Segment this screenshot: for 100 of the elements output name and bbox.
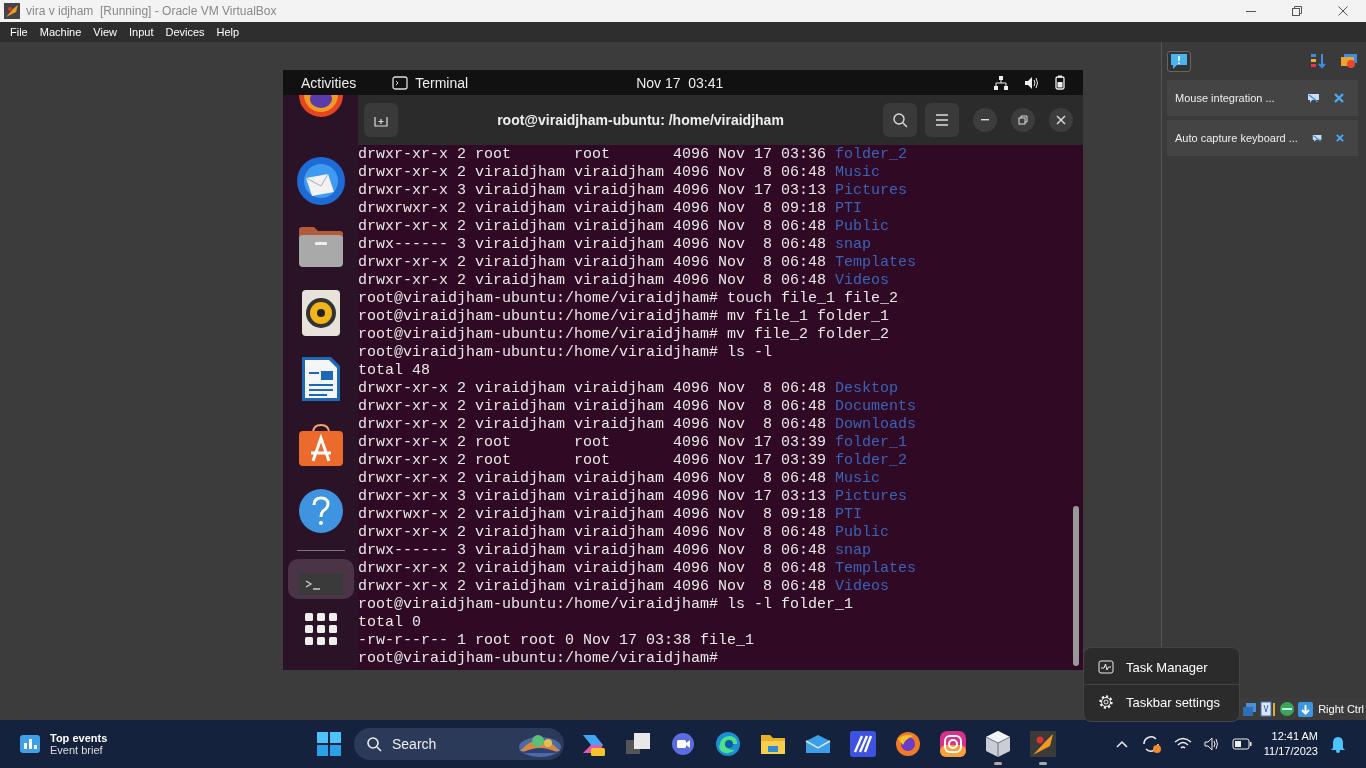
virtualbox-icon bbox=[4, 3, 20, 19]
edge-icon bbox=[715, 731, 741, 757]
keyboard-capture-icon bbox=[1298, 701, 1314, 717]
widget-subtitle: Event brief bbox=[50, 744, 104, 756]
clock[interactable]: 12:41 AM 11/17/2023 bbox=[1263, 729, 1318, 759]
messages-icon[interactable] bbox=[1340, 53, 1358, 69]
terminal-line: drwxr-xr-x 2 viraidjham viraidjham 4096 Nov 8 06:48 Music bbox=[358, 470, 882, 488]
search-button[interactable] bbox=[883, 103, 917, 137]
app-icon bbox=[850, 731, 876, 757]
app-grid-icon bbox=[304, 613, 337, 645]
notification-button[interactable] bbox=[1167, 50, 1191, 72]
menu-item[interactable]: Taskbar settings bbox=[1084, 685, 1239, 719]
camera-icon bbox=[940, 731, 966, 757]
menu-item[interactable]: File bbox=[4, 26, 34, 38]
volume-icon[interactable] bbox=[1024, 75, 1039, 90]
folder-icon bbox=[760, 733, 786, 755]
app-menu[interactable]: Terminal bbox=[415, 74, 469, 91]
menu-icon bbox=[935, 114, 949, 126]
terminal-line: drwxr-xr-x 2 viraidjham viraidjham 4096 Nov 8 06:48 Downloads bbox=[358, 416, 918, 434]
terminal-line: drwx------ 3 viraidjham viraidjham 4096 Nov 8 06:48 snap bbox=[358, 542, 873, 560]
settings-icon bbox=[1098, 694, 1114, 710]
terminal-line: drwxr-xr-x 3 viraidjham viraidjham 4096 Nov 17 03:13 Pictures bbox=[358, 488, 909, 506]
virtualbox-icon bbox=[1030, 731, 1056, 757]
search-icon bbox=[366, 736, 382, 752]
help-icon bbox=[297, 488, 344, 534]
terminal-line: root@viraidjham-ubuntu:/home/viraidjham# mv file_1 folder_1 bbox=[358, 308, 891, 326]
cube-icon bbox=[985, 730, 1011, 758]
firefox-icon bbox=[297, 95, 344, 119]
scrollbar-thumb[interactable] bbox=[1073, 506, 1079, 666]
minimize-icon[interactable] bbox=[1246, 10, 1256, 12]
terminal-line: total 0 bbox=[358, 614, 422, 632]
activities-button[interactable]: Activities bbox=[301, 74, 357, 91]
restore-icon[interactable] bbox=[1292, 6, 1302, 16]
menu-button[interactable] bbox=[925, 103, 959, 137]
window-title: vira v idjham [Running] - Oracle VM VirtualBox bbox=[26, 4, 277, 18]
terminal-line: drwxr-xr-x 2 root root 4096 Nov 17 03:39 folder_1 bbox=[358, 434, 909, 452]
chevron-up-icon[interactable] bbox=[1115, 740, 1128, 748]
search-icon bbox=[892, 112, 908, 128]
terminal-line: root@viraidjham-ubuntu:/home/viraidjham# ls -l bbox=[358, 344, 774, 362]
cpu-activity-icon bbox=[1279, 701, 1296, 717]
wifi-icon[interactable] bbox=[1173, 737, 1192, 751]
restore-button[interactable] bbox=[1011, 108, 1035, 132]
sort-icon[interactable] bbox=[1310, 53, 1328, 69]
mail-icon bbox=[805, 734, 831, 754]
terminal-line: root@viraidjham-ubuntu:/home/viraidjham# touch file_1 file_2 bbox=[358, 290, 900, 308]
terminal-title: root@viraidjham-ubuntu: /home/viraidjham bbox=[496, 112, 785, 128]
speech-bubble-icon bbox=[1170, 52, 1188, 70]
minimize-button[interactable] bbox=[973, 108, 997, 132]
terminal-line: drwxr-xr-x 2 viraidjham viraidjham 4096 Nov 8 06:48 Music bbox=[358, 164, 882, 182]
close-button[interactable] bbox=[1049, 108, 1073, 132]
menu-item[interactable]: Input bbox=[122, 26, 160, 38]
terminal-line: drwxr-xr-x 3 viraidjham viraidjham 4096 Nov 17 03:13 Pictures bbox=[358, 182, 909, 200]
close-icon[interactable] bbox=[1338, 6, 1348, 16]
terminal-line: drwxr-xr-x 2 viraidjham viraidjham 4096 Nov 8 06:48 Desktop bbox=[358, 380, 900, 398]
terminal-line: -rw-r--r-- 1 root root 0 Nov 17 03:38 file_1 bbox=[358, 632, 756, 650]
close-icon[interactable] bbox=[1334, 93, 1344, 103]
terminal-line: drwxrwxr-x 2 viraidjham viraidjham 4096 Nov 8 09:18 PTI bbox=[358, 200, 864, 218]
bell-icon[interactable] bbox=[1330, 735, 1346, 753]
close-icon bbox=[1056, 115, 1066, 125]
terminal-line: root@viraidjham-ubuntu:/home/viraidjham# mv file_2 folder_2 bbox=[358, 326, 891, 344]
battery-icon[interactable] bbox=[1231, 738, 1252, 750]
widgets-button[interactable]: Top events Event brief bbox=[20, 732, 290, 756]
terminal-line: drwxr-xr-x 2 viraidjham viraidjham 4096 Nov 8 06:48 Templates bbox=[358, 254, 918, 272]
terminal-line: drwxr-xr-x 2 viraidjham viraidjham 4096 Nov 8 06:48 Public bbox=[358, 524, 891, 542]
widget-title: Top events bbox=[50, 732, 108, 744]
restore-icon bbox=[1018, 115, 1028, 125]
search-field[interactable]: Search bbox=[354, 728, 564, 760]
running-indicator bbox=[994, 762, 1002, 765]
clock[interactable]: Nov 17 03:41 bbox=[636, 74, 724, 91]
terminal-line: drwxr-xr-x 2 root root 4096 Nov 17 03:39 folder_2 bbox=[358, 452, 909, 470]
start-button[interactable] bbox=[317, 732, 341, 756]
battery-icon[interactable] bbox=[1055, 75, 1065, 90]
activity-monitor-icon bbox=[1098, 660, 1114, 674]
pin-icon[interactable] bbox=[1311, 132, 1323, 144]
close-icon[interactable] bbox=[1336, 133, 1344, 143]
terminal-line: drwx------ 3 viraidjham viraidjham 4096 Nov 8 06:48 snap bbox=[358, 236, 873, 254]
new-tab-button[interactable] bbox=[364, 103, 398, 137]
terminal-line: drwxr-xr-x 2 viraidjham viraidjham 4096 Nov 8 06:48 Videos bbox=[358, 578, 891, 596]
network-icon[interactable] bbox=[994, 75, 1008, 90]
minimize-icon bbox=[981, 119, 989, 121]
running-indicator bbox=[1039, 762, 1047, 765]
menu-item[interactable]: Task Manager bbox=[1084, 650, 1239, 684]
terminal-icon bbox=[392, 75, 409, 90]
menu-item[interactable]: Machine bbox=[33, 26, 88, 38]
terminal-line: drwxrwxr-x 2 viraidjham viraidjham 4096 Nov 8 09:18 PTI bbox=[358, 506, 864, 524]
menu-item[interactable]: Help bbox=[210, 26, 246, 38]
terminal-line: drwxr-xr-x 2 viraidjham viraidjham 4096 Nov 8 06:48 Videos bbox=[358, 272, 891, 290]
windows-icon bbox=[625, 732, 651, 756]
notification-text: Mouse integration ... bbox=[1175, 92, 1276, 104]
chart-icon bbox=[20, 735, 40, 753]
terminal-line: drwxr-xr-x 2 viraidjham viraidjham 4096 Nov 8 06:48 Documents bbox=[358, 398, 918, 416]
document-icon bbox=[300, 356, 341, 402]
pin-icon[interactable] bbox=[1307, 92, 1320, 104]
menu-item[interactable]: View bbox=[87, 26, 123, 38]
terminal-line: drwxr-xr-x 2 root root 4096 Nov 17 03:36 folder_2 bbox=[358, 146, 909, 164]
terminal-line: root@viraidjham-ubuntu:/home/viraidjham# bbox=[358, 650, 720, 668]
menu-item[interactable]: Devices bbox=[159, 26, 211, 38]
volume-icon[interactable] bbox=[1203, 737, 1220, 751]
video-icon bbox=[671, 732, 695, 756]
firefox-icon bbox=[895, 731, 921, 757]
